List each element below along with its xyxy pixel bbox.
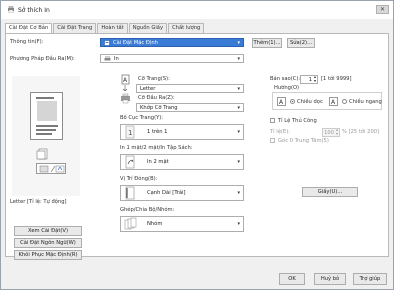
chevron-down-icon: ▾ xyxy=(237,105,240,111)
printer-icon xyxy=(104,56,111,61)
chevron-down-icon: ▾ xyxy=(237,190,240,196)
svg-text:A: A xyxy=(279,99,284,105)
binding-select[interactable]: Cạnh Dài [Trái] ▾ xyxy=(120,185,244,201)
portrait-radio[interactable] xyxy=(290,99,295,104)
single-page-icon: 1 xyxy=(123,125,137,139)
binding-value: Cạnh Dài [Trái] xyxy=(147,190,186,196)
profile-select[interactable]: Cài Đặt Mặc Định ▾ xyxy=(100,38,244,47)
output-method-select[interactable]: In ▾ xyxy=(100,54,244,63)
collate-label: Ghép/Chia Bộ/Nhóm: xyxy=(120,207,175,213)
tab-paper-source[interactable]: Nguồn Giấy xyxy=(128,23,168,33)
help-button[interactable]: Trợ giúp xyxy=(353,273,387,285)
orientation-label: Hướng(O) xyxy=(274,85,300,91)
page-stack-icon xyxy=(36,148,48,160)
page-layout-select[interactable]: 1 1 trên 1 ▾ xyxy=(120,124,244,140)
manual-scaling-checkbox[interactable] xyxy=(270,118,275,123)
window-title: Sở thích In xyxy=(18,7,50,14)
scaling-percent-label: Tỉ lệ(E): xyxy=(270,129,290,135)
spin-arrows-icon[interactable]: ▴ ▾ xyxy=(314,75,316,83)
language-settings-button[interactable]: Cài Đặt Ngôn Ngữ(W) xyxy=(14,238,82,248)
output-size-icon xyxy=(120,93,131,104)
copies-label: Bản sao(C): xyxy=(270,76,301,82)
output-method-label: Phương Pháp Đầu Ra(M): xyxy=(10,56,75,62)
collate-value: Nhóm xyxy=(147,221,163,227)
print-preferences-window: Sở thích In ✕ Cài Đặt Cơ Bản Cài Đặt Tra… xyxy=(0,0,394,290)
title-bar: Sở thích In ✕ xyxy=(1,1,393,19)
swap-arrow-icon xyxy=(122,85,128,91)
view-settings-button[interactable]: Xem Cài Đặt(V) xyxy=(14,226,82,236)
page-size-select[interactable]: Letter ▾ xyxy=(136,84,244,93)
ok-button[interactable]: OK xyxy=(279,273,305,285)
chevron-down-icon: ▾ xyxy=(237,159,240,165)
scaling-range: % [25 tới 200] xyxy=(342,129,380,135)
chevron-down-icon: ▾ xyxy=(237,86,240,92)
profile-label: Thông tin(F): xyxy=(10,39,44,45)
collate-select[interactable]: Nhóm ▾ xyxy=(120,216,244,232)
svg-text:1: 1 xyxy=(128,129,132,137)
spin-arrows-icon: ▴ ▾ xyxy=(335,127,338,136)
paper-button[interactable]: Giấy(U)... xyxy=(302,187,358,197)
printer-icon xyxy=(8,6,14,13)
page-size-value: Letter xyxy=(140,86,156,92)
add-profile-button[interactable]: Thêm(1)... xyxy=(252,38,282,48)
page-size-label: Cỡ Trang(S): xyxy=(138,76,170,82)
copies-range: [1 tới 9999] xyxy=(321,76,352,82)
basic-settings-panel: Thông tin(F): Cài Đặt Mặc Định ▾ Thêm(1)… xyxy=(5,33,389,260)
close-icon: ✕ xyxy=(379,6,386,13)
preview-caption: Letter [Tỉ lệ: Tự động] xyxy=(10,199,67,205)
portrait-icon: A xyxy=(277,97,286,106)
chevron-down-icon: ▾ xyxy=(237,56,240,62)
chevron-down-icon: ▾ xyxy=(237,40,240,46)
page-layout-label: Bố Cục Trang(Y): xyxy=(120,115,164,121)
binding-label: Vị Trí Đóng(B): xyxy=(120,176,158,182)
copies-value: 1 xyxy=(308,77,312,83)
cancel-button[interactable]: Huỷ bỏ xyxy=(314,273,346,285)
duplex-value: In 2 mặt xyxy=(147,159,169,165)
view-toggle-icon xyxy=(39,165,65,173)
page-layout-value: 1 trên 1 xyxy=(147,129,168,135)
page-preview-image xyxy=(30,92,63,140)
restore-defaults-button[interactable]: Khôi Phục Mặc Định(R) xyxy=(14,250,82,260)
chevron-down-icon: ▾ xyxy=(237,221,240,227)
tab-page-setup[interactable]: Cài Đặt Trang xyxy=(53,23,97,33)
orientation-group: A Chiều dọc A Chiều ngang xyxy=(272,92,382,110)
collate-icon xyxy=(123,217,137,231)
landscape-label: Chiều ngang xyxy=(349,99,382,105)
chevron-down-icon: ▾ xyxy=(237,129,240,135)
output-method-value: In xyxy=(114,56,119,62)
landscape-radio[interactable] xyxy=(342,99,347,104)
duplex-icon xyxy=(123,155,137,169)
duplex-select[interactable]: In 2 mặt ▾ xyxy=(120,154,244,170)
tab-finishing[interactable]: Hoàn tất xyxy=(97,23,128,33)
tab-strip: Cài Đặt Cơ Bản Cài Đặt Trang Hoàn tất Ng… xyxy=(5,23,205,34)
scaling-value: 100 xyxy=(324,130,334,136)
close-button[interactable]: ✕ xyxy=(376,5,389,14)
profile-icon xyxy=(104,40,110,46)
preview-mode-toggle[interactable] xyxy=(36,163,66,174)
output-size-value: Khớp Cỡ Trang xyxy=(140,105,178,111)
copies-input[interactable]: 1 ▴ ▾ xyxy=(300,75,318,84)
portrait-label: Chiều dọc xyxy=(297,99,323,105)
edit-profile-button[interactable]: Sửa(2)... xyxy=(287,38,315,48)
manual-scaling-label: Tỉ Lệ Thủ Công xyxy=(278,118,317,124)
page-preview xyxy=(12,76,80,196)
scaling-input[interactable]: 100 ▴ ▾ xyxy=(322,128,340,137)
tab-quality[interactable]: Chất lượng xyxy=(168,23,205,33)
output-size-select[interactable]: Khớp Cỡ Trang ▾ xyxy=(136,103,244,112)
binding-icon xyxy=(123,186,137,200)
svg-text:A: A xyxy=(331,99,336,105)
rotate-center-checkbox[interactable] xyxy=(270,138,275,143)
duplex-label: In 1 mặt/2 mặt/In Tập Sách: xyxy=(120,145,193,151)
rotate-center-label: Góc 0 Trung Tâm(5) xyxy=(278,138,329,144)
page-size-icon: A xyxy=(120,74,131,85)
landscape-icon: A xyxy=(329,97,338,106)
output-size-label: Cỡ Đầu Ra(Z): xyxy=(138,95,175,101)
profile-value: Cài Đặt Mặc Định xyxy=(113,40,158,46)
